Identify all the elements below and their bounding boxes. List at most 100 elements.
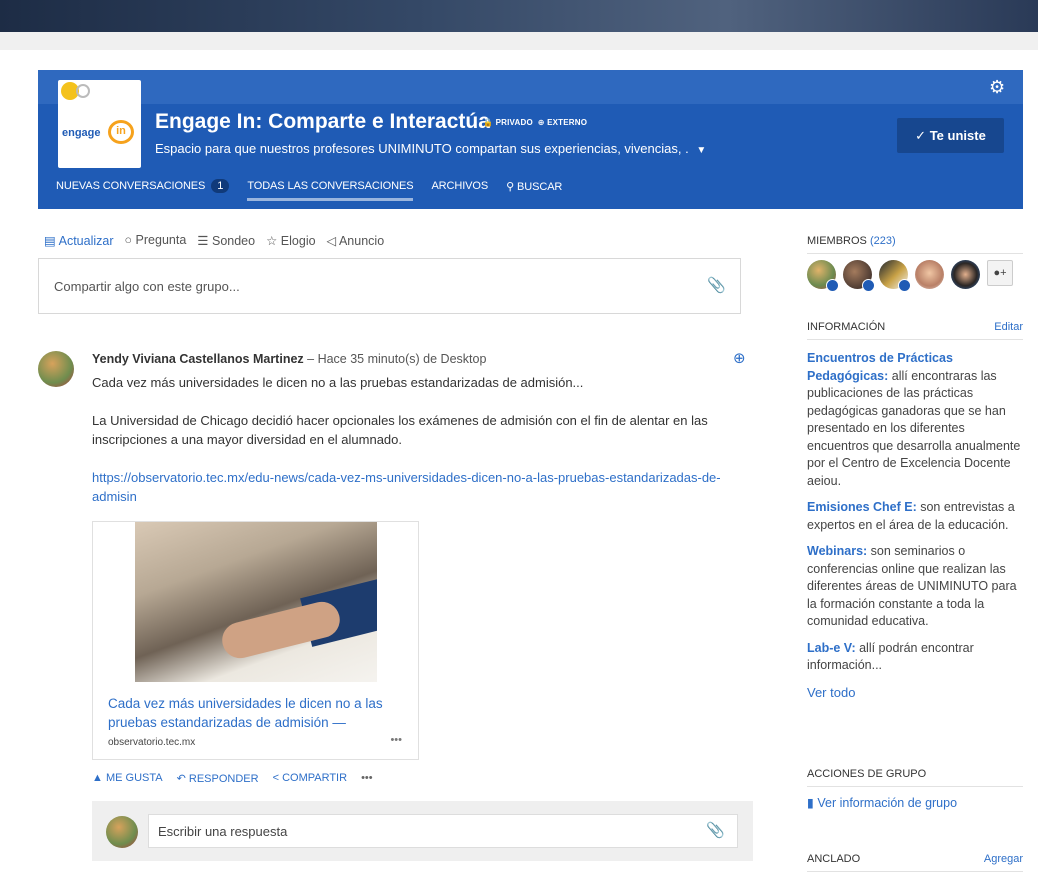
attachment-icon[interactable]: 📎 [706, 821, 725, 839]
member-avatar[interactable] [915, 260, 944, 289]
star-badge-icon [862, 279, 875, 292]
member-avatar[interactable] [807, 260, 839, 292]
group-description-text: Espacio para que nuestros profesores UNI… [155, 141, 689, 156]
reply-button[interactable]: ↶ RESPONDER [177, 772, 259, 785]
edit-info-link[interactable]: Editar [994, 321, 1023, 333]
tab-search[interactable]: ⚲ BUSCAR [506, 180, 562, 193]
like-button[interactable]: ▲ ME GUSTA [92, 772, 163, 785]
info-header: INFORMACIÓN Editar [807, 321, 1023, 340]
member-avatar[interactable] [879, 260, 911, 292]
add-member-button[interactable]: ●+ [987, 260, 1013, 286]
member-avatar[interactable] [843, 260, 875, 292]
info-item: Lab-e V: allí podrán encontrar informaci… [807, 640, 1023, 675]
current-user-avatar [106, 816, 138, 848]
joined-button-label: Te uniste [929, 128, 986, 143]
post-link[interactable]: https://observatorio.tec.mx/edu-news/cad… [92, 468, 742, 506]
reply-bar: Escribir una respuesta 📎 [92, 801, 753, 861]
megaphone-icon: ◁ [326, 234, 337, 248]
group-info-link[interactable]: ▮ Ver información de grupo [807, 795, 957, 810]
tab-new-conversations-label: NUEVAS CONVERSACIONES [56, 180, 206, 192]
logo-circle-icon [76, 84, 90, 98]
info-item: Webinars: son seminarios o conferencias … [807, 543, 1023, 631]
author-name[interactable]: Yendy Viviana Castellanos Martinez [92, 352, 304, 366]
tab-files[interactable]: ARCHIVOS [431, 180, 488, 192]
tab-question[interactable]: ○ Pregunta [125, 233, 187, 248]
new-count-badge: 1 [211, 179, 230, 193]
group-header: ⚙ engage in Engage In: Comparte e Intera… [38, 70, 1023, 209]
like-label: ME GUSTA [105, 772, 163, 784]
compose-placeholder: Compartir algo con este grupo... [54, 279, 240, 294]
tab-new-conversations[interactable]: NUEVAS CONVERSACIONES 1 [56, 179, 230, 193]
info-key: Webinars: [807, 544, 868, 558]
poll-icon: ☰ [197, 234, 209, 248]
search-icon: ⚲ [506, 180, 515, 193]
members-section: MIEMBROS (223) [807, 235, 1023, 254]
compose-box[interactable]: Compartir algo con este grupo... 📎 [38, 258, 741, 314]
reply-label: RESPONDER [188, 773, 259, 785]
app-sub-bar [0, 32, 1038, 50]
members-header: MIEMBROS (223) [807, 235, 1023, 254]
star-badge-icon [826, 279, 839, 292]
tab-poll[interactable]: ☰ Sondeo [197, 233, 255, 248]
info-content: Encuentros de Prácticas Pedagógicas: all… [807, 350, 1023, 701]
post-line-2: La Universidad de Chicago decidió hacer … [92, 413, 708, 447]
tab-praise[interactable]: ☆ Elogio [266, 233, 315, 248]
logo-in-text: in [108, 120, 134, 144]
post-line-1: Cada vez más universidades le dicen no a… [92, 375, 584, 390]
preview-image [135, 522, 377, 682]
attachment-icon[interactable]: 📎 [707, 276, 726, 294]
post-author-line: Yendy Viviana Castellanos Martinez – Hac… [92, 352, 486, 366]
compose-tabs: ▤ Actualizar ○ Pregunta ☰ Sondeo ☆ Elogi… [44, 233, 395, 248]
group-info-label: Ver información de grupo [817, 796, 958, 810]
group-tags: 🔒 PRIVADO ⊕ EXTERNO [483, 118, 587, 127]
reply-input[interactable]: Escribir una respuesta 📎 [148, 814, 738, 848]
tab-search-label: BUSCAR [517, 180, 563, 193]
post-meta: – Hace 35 minuto(s) de Desktop [303, 352, 487, 366]
privacy-tag: PRIVADO [495, 118, 533, 127]
preview-title[interactable]: Cada vez más universidades le dicen no a… [108, 694, 408, 732]
share-button[interactable]: < COMPARTIR [273, 772, 348, 785]
members-title[interactable]: MIEMBROS (223) [807, 235, 896, 247]
tab-update[interactable]: ▤ Actualizar [44, 233, 114, 248]
update-icon: ▤ [44, 234, 56, 248]
pinned-header: ANCLADO Agregar [807, 853, 1023, 872]
reply-icon: ↶ [176, 773, 186, 785]
logo-text: engage [62, 127, 101, 139]
pinned-label: ANCLADO [807, 853, 861, 865]
post-body: Cada vez más universidades le dicen no a… [92, 373, 742, 525]
tab-announcement[interactable]: ◁ Anuncio [327, 233, 385, 248]
pinned-section: ANCLADO Agregar [807, 853, 1023, 872]
info-label: INFORMACIÓN [807, 321, 886, 333]
check-icon: ✓ [915, 128, 927, 143]
preview-source: observatorio.tec.mx [108, 737, 196, 748]
chevron-down-icon[interactable]: ▼ [696, 145, 706, 156]
share-label: COMPARTIR [282, 772, 348, 784]
author-avatar[interactable] [38, 351, 74, 387]
tab-praise-label: Elogio [280, 234, 316, 248]
tab-all-conversations[interactable]: TODAS LAS CONVERSACIONES [247, 180, 414, 201]
info-section: INFORMACIÓN Editar [807, 321, 1023, 340]
thumbs-up-icon: ▲ [92, 772, 103, 784]
joined-button[interactable]: ✓ Te uniste [897, 118, 1004, 153]
globe-icon: ⊕ [537, 118, 545, 127]
group-description[interactable]: Espacio para que nuestros profesores UNI… [155, 141, 706, 156]
info-key: Lab-e V: [807, 640, 856, 655]
more-options-icon[interactable]: ••• [390, 734, 402, 746]
see-all-link[interactable]: Ver todo [807, 684, 1023, 702]
lock-icon: 🔒 [483, 118, 494, 127]
header-pattern [38, 70, 1023, 104]
info-item: Emisiones Chef E: son entrevistas a expe… [807, 499, 1023, 534]
group-actions-section: ACCIONES DE GRUPO [807, 768, 1023, 787]
trophy-icon: ☆ [266, 234, 278, 248]
add-pinned-link[interactable]: Agregar [984, 853, 1023, 865]
member-avatar[interactable] [951, 260, 980, 289]
more-actions-icon[interactable]: ••• [361, 772, 373, 785]
tab-announcement-label: Anuncio [338, 234, 385, 248]
link-preview-card[interactable]: Cada vez más universidades le dicen no a… [92, 521, 419, 760]
members-label: MIEMBROS [807, 235, 867, 247]
tab-poll-label: Sondeo [211, 234, 256, 248]
group-title: Engage In: Comparte e Interactúa [155, 110, 490, 133]
post-actions: ▲ ME GUSTA ↶ RESPONDER < COMPARTIR ••• [92, 772, 387, 785]
gear-icon[interactable]: ⚙ [989, 78, 1007, 96]
members-count: (223) [869, 235, 896, 247]
